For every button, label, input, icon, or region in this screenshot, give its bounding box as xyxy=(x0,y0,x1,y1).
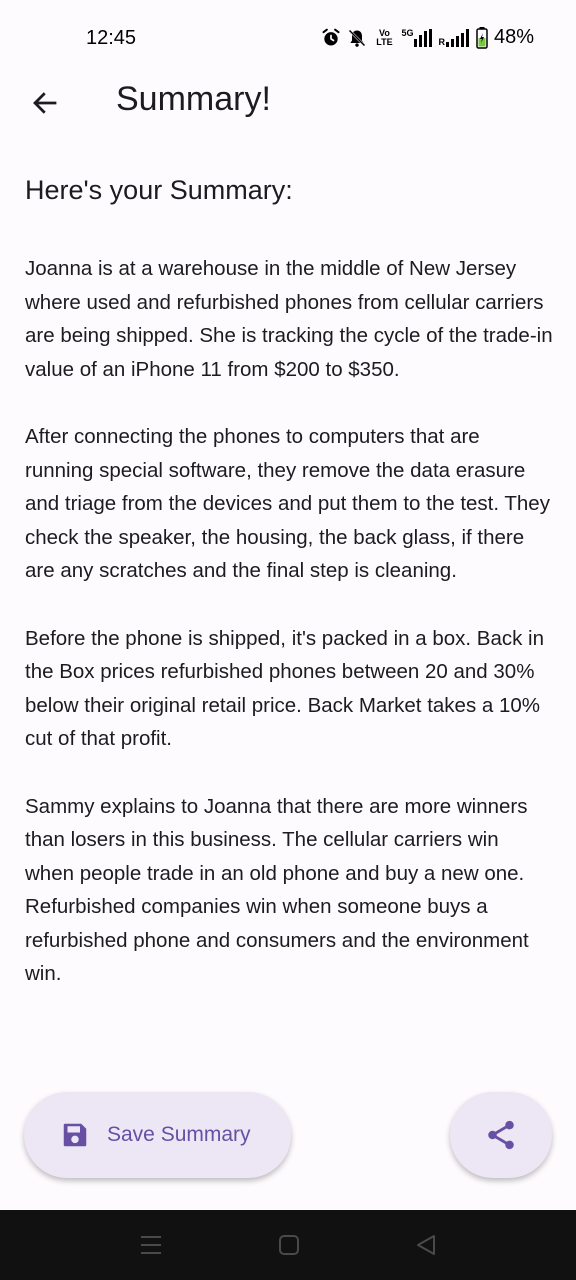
volte-indicator: Vo LTE xyxy=(376,27,393,47)
menu-icon xyxy=(141,1236,161,1254)
share-icon xyxy=(488,1120,514,1150)
summary-paragraph: Before the phone is shipped, it's packed… xyxy=(25,626,545,751)
back-button[interactable] xyxy=(24,82,66,124)
square-icon xyxy=(279,1235,299,1255)
nav-back-button[interactable] xyxy=(413,1232,439,1258)
status-time: 12:45 xyxy=(86,27,137,49)
signal-roaming-icon: R xyxy=(438,28,470,47)
triangle-back-icon xyxy=(417,1235,435,1255)
system-nav-bar xyxy=(0,1210,576,1280)
summary-content: Here's your Summary: Joanna is at a ware… xyxy=(25,168,553,1025)
page-title: Summary! xyxy=(116,80,271,118)
summary-heading: Here's your Summary: xyxy=(25,175,293,205)
app-bar: Summary! xyxy=(0,78,576,124)
status-icons: Vo LTE 5G R 48% xyxy=(321,26,534,49)
summary-paragraph: After connecting the phones to computers… xyxy=(25,424,550,583)
nav-home-button[interactable] xyxy=(276,1232,302,1258)
floppy-disk-icon xyxy=(63,1123,87,1147)
battery-icon xyxy=(476,26,488,49)
share-button[interactable] xyxy=(450,1092,552,1178)
save-summary-label: Save Summary xyxy=(107,1123,251,1146)
battery-percent: 48% xyxy=(493,26,534,48)
summary-paragraph: Joanna is at a warehouse in the middle o… xyxy=(25,257,553,381)
summary-paragraph: Sammy explains to Joanna that there are … xyxy=(25,794,529,986)
bell-off-icon xyxy=(347,28,367,48)
status-bar: 12:45 Vo LTE 5G R 48% xyxy=(0,0,576,78)
nav-recents-button[interactable] xyxy=(138,1232,164,1258)
alarm-icon xyxy=(321,28,341,48)
signal-5g-icon: 5G xyxy=(401,28,433,47)
save-summary-button[interactable]: Save Summary xyxy=(24,1092,291,1178)
arrow-left-icon xyxy=(33,92,57,114)
